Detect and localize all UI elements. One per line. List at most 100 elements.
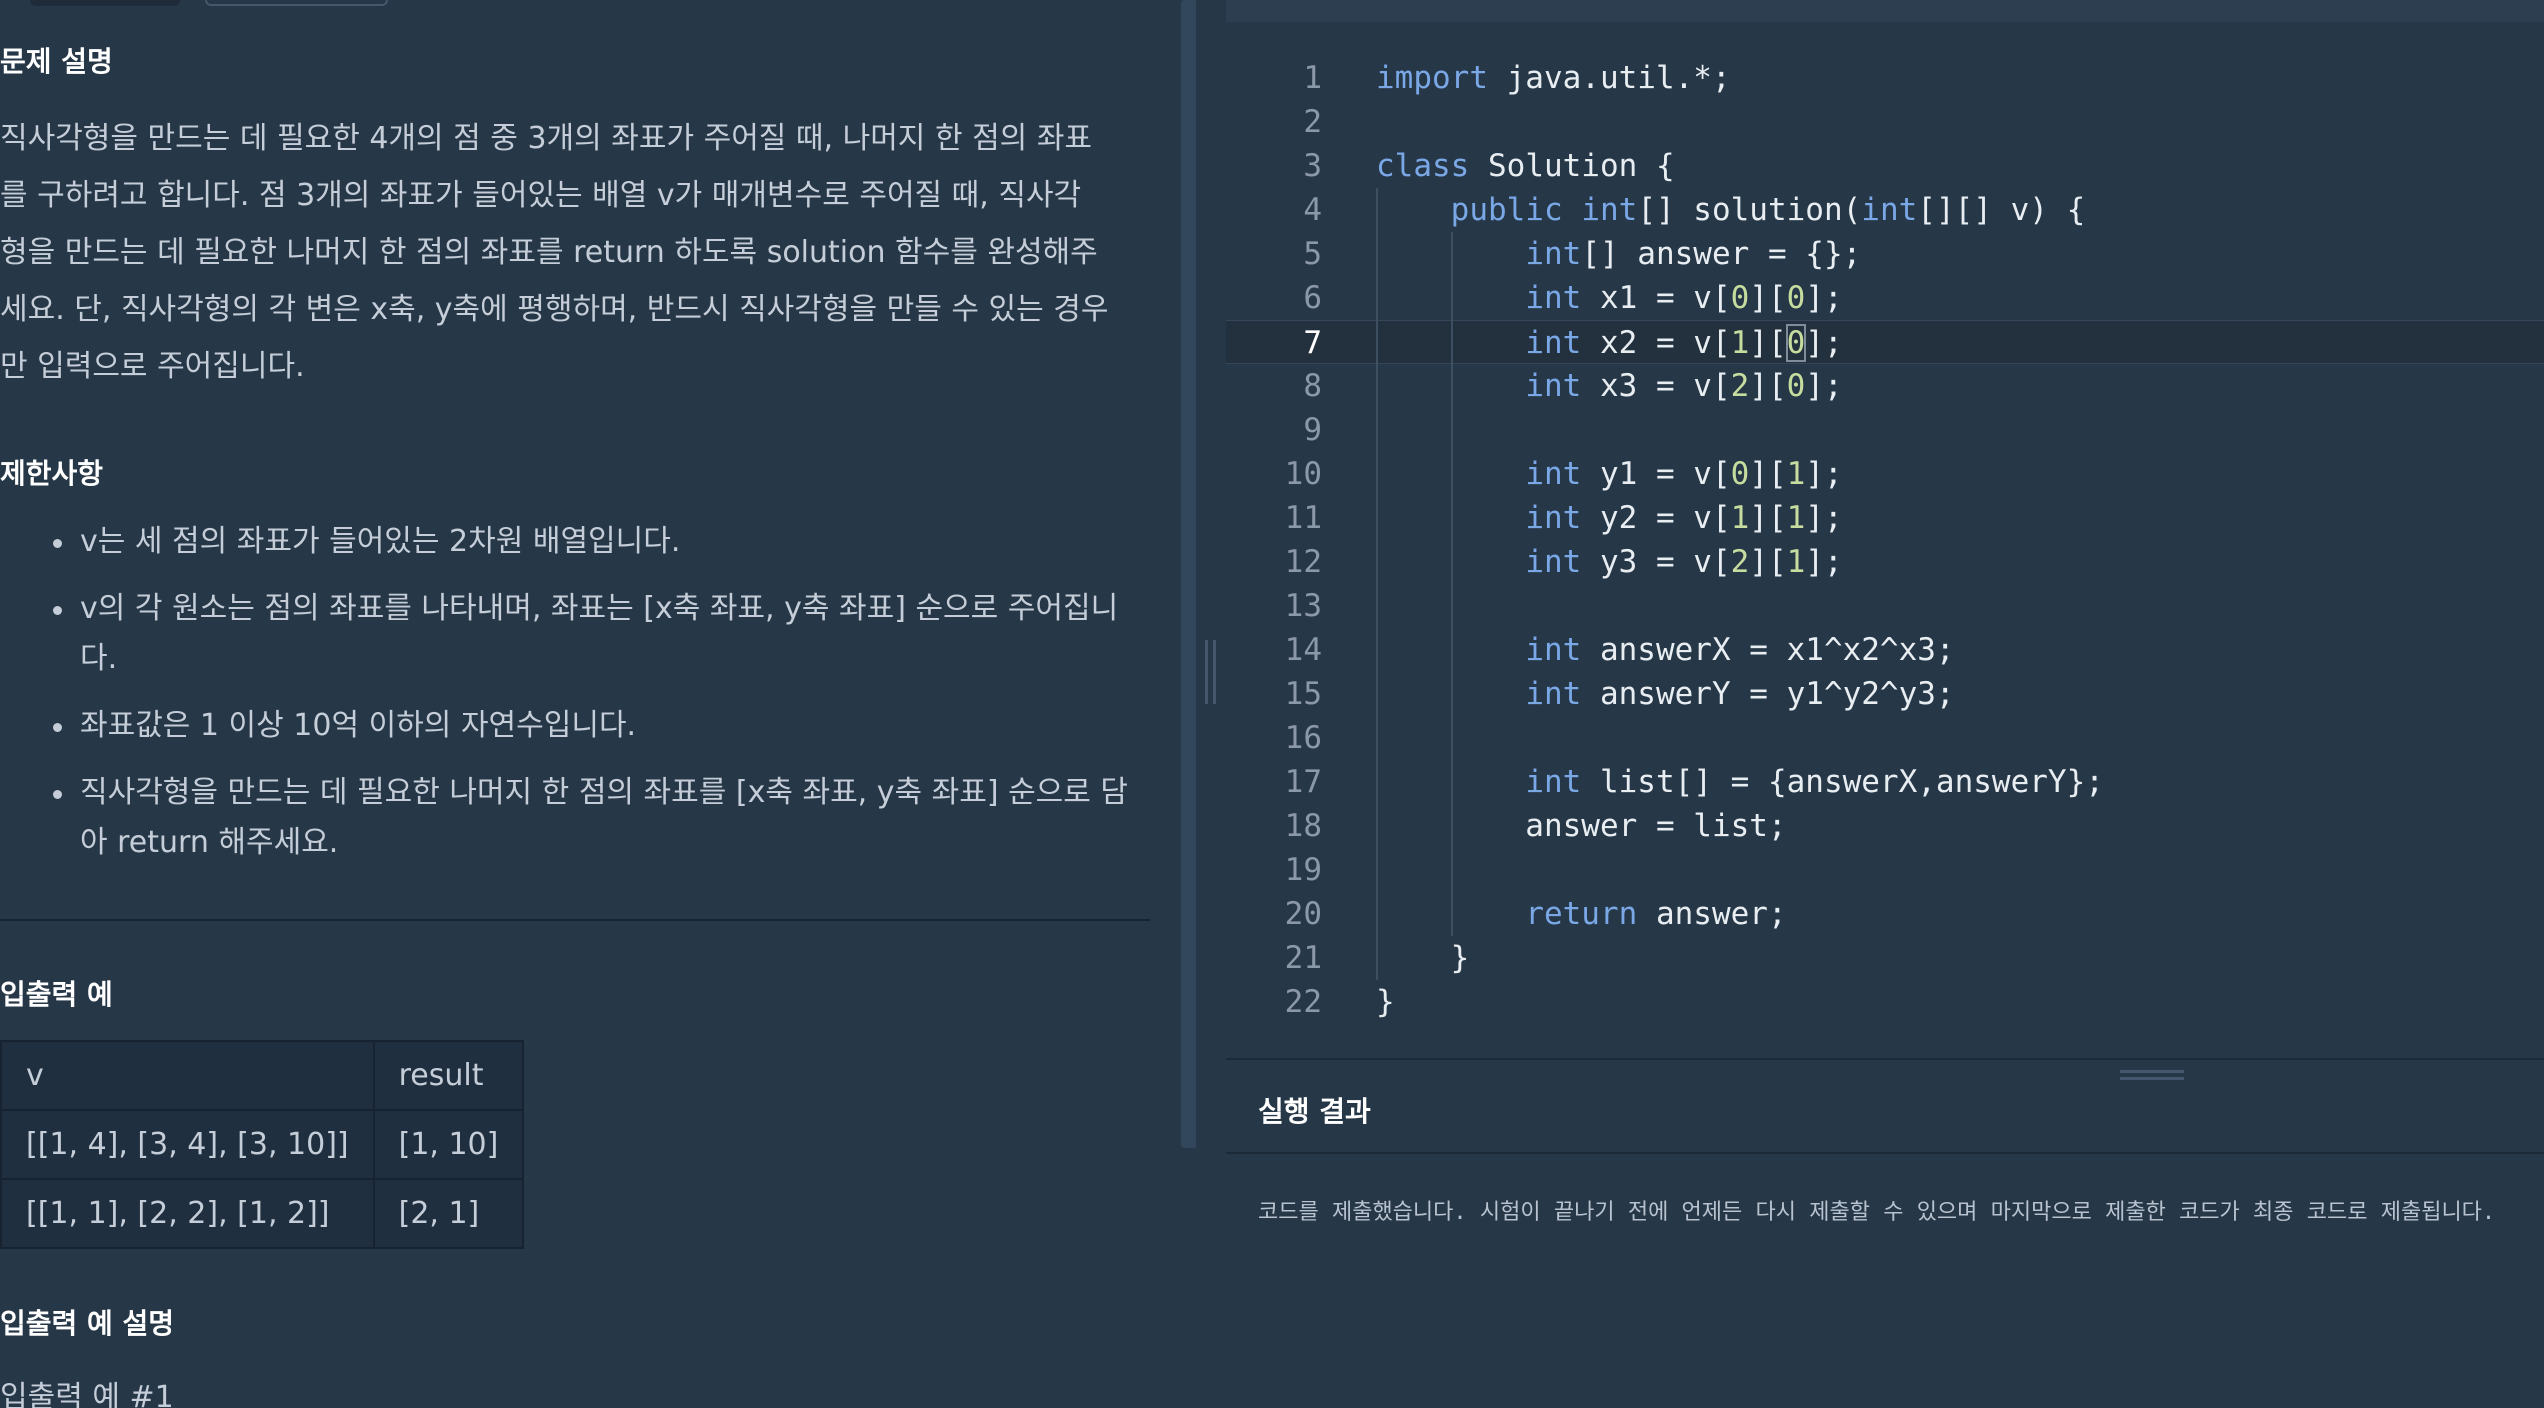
result-title: 실행 결과 <box>1258 1095 1371 1128</box>
line-number: 16 <box>1284 720 1322 756</box>
code-line[interactable]: 4 public int[] solution(int[][] v) { <box>1226 188 2544 232</box>
table-cell: [2, 1] <box>372 1178 525 1249</box>
description-line: 형을 만드는 데 필요한 나머지 한 점의 좌표를 return 하도록 sol… <box>0 235 1098 270</box>
table-header-row: v result <box>0 1040 525 1111</box>
description-line: 세요. 단, 직사각형의 각 변은 x축, y축에 평행하며, 반드시 직사각형… <box>0 292 1109 327</box>
top-tab[interactable] <box>30 0 180 6</box>
code-text[interactable]: int x1 = v[0][0]; <box>1376 276 1842 320</box>
line-number: 9 <box>1303 412 1322 448</box>
line-number: 19 <box>1284 852 1322 888</box>
line-number: 7 <box>1303 325 1322 361</box>
code-editor[interactable]: 1 import java.util.*; 2 3 class Solution {4 … <box>1226 0 2544 1058</box>
code-line[interactable]: 11 int y2 = v[1][1]; <box>1226 496 2544 540</box>
table-cell: [[1, 4], [3, 4], [3, 10]] <box>0 1109 375 1180</box>
result-message: 코드를 제출했습니다. 시험이 끝나기 전에 언제든 다시 제출할 수 있으며 … <box>1258 1200 2496 1225</box>
code-line[interactable]: 1 import java.util.*; <box>1226 56 2544 100</box>
line-number: 2 <box>1303 104 1322 140</box>
code-text[interactable]: import java.util.*; <box>1376 56 1731 100</box>
editor-top-bar <box>1226 0 2544 22</box>
code-text[interactable]: int x2 = v[1][0]; <box>1376 321 1843 365</box>
line-number: 15 <box>1284 676 1322 712</box>
code-text[interactable]: int[] answer = {}; <box>1376 232 1861 276</box>
code-line[interactable]: 3 class Solution { <box>1226 144 2544 188</box>
line-number: 18 <box>1284 808 1322 844</box>
line-number: 21 <box>1284 940 1322 976</box>
code-text[interactable]: int answerX = x1^x2^x3; <box>1376 628 1954 672</box>
code-text[interactable]: } <box>1376 936 1470 980</box>
code-text[interactable]: int x3 = v[2][0]; <box>1376 364 1842 408</box>
code-text[interactable]: } <box>1376 980 1395 1024</box>
description-line: 를 구하려고 합니다. 점 3개의 좌표가 들어있는 배열 v가 매개변수로 주… <box>0 178 1082 213</box>
description-line: 직사각형을 만드는 데 필요한 4개의 점 중 3개의 좌표가 주어질 때, 나… <box>0 121 1093 156</box>
pane-splitter[interactable] <box>1196 0 1226 1408</box>
table-cell: [1, 10] <box>372 1109 525 1180</box>
explanation-title: 입출력 예 설명 <box>0 1307 175 1340</box>
code-line[interactable]: 2 <box>1226 100 2544 144</box>
code-line[interactable]: 21 } <box>1226 936 2544 980</box>
line-number: 10 <box>1284 456 1322 492</box>
code-line[interactable]: 16 <box>1226 716 2544 760</box>
code-line[interactable]: 13 <box>1226 584 2544 628</box>
code-lines[interactable]: 1 import java.util.*; 2 3 class Solution {4 … <box>1226 56 2544 1024</box>
code-line[interactable]: 18 answer = list; <box>1226 804 2544 848</box>
line-number: 6 <box>1303 280 1322 316</box>
line-number: 12 <box>1284 544 1322 580</box>
code-text[interactable]: int answerY = y1^y2^y3; <box>1376 672 1954 716</box>
constraint-item: v는 세 점의 좌표가 들어있는 2차원 배열입니다. <box>48 517 1148 567</box>
indent-guide <box>1376 188 1378 980</box>
table-row: [[1, 1], [2, 2], [1, 2]] [2, 1] <box>0 1178 525 1249</box>
code-line[interactable]: 22} <box>1226 980 2544 1024</box>
code-line[interactable]: 14 int answerX = x1^x2^x3; <box>1226 628 2544 672</box>
line-number: 4 <box>1303 192 1322 228</box>
code-line[interactable]: 12 int y3 = v[2][1]; <box>1226 540 2544 584</box>
constraints-title: 제한사항 <box>0 457 104 490</box>
table-header-result: result <box>372 1040 525 1111</box>
result-pane: 실행 결과 코드를 제출했습니다. 시험이 끝나기 전에 언제든 다시 제출할 … <box>1226 1058 2544 1408</box>
examples-title: 입출력 예 <box>0 978 113 1011</box>
line-number: 11 <box>1284 500 1322 536</box>
problem-description: 직사각형을 만드는 데 필요한 4개의 점 중 3개의 좌표가 주어질 때, 나… <box>0 110 1150 395</box>
drag-handle-icon[interactable] <box>2120 1070 2184 1080</box>
table-cell: [[1, 1], [2, 2], [1, 2]] <box>0 1178 375 1249</box>
code-line[interactable]: 9 <box>1226 408 2544 452</box>
indent-guide <box>1450 232 1453 936</box>
section-divider <box>0 919 1150 921</box>
constraint-item: 직사각형을 만드는 데 필요한 나머지 한 점의 좌표를 [x축 좌표, y축 … <box>48 768 1148 868</box>
result-divider <box>1226 1152 2544 1154</box>
line-number: 8 <box>1303 368 1322 404</box>
code-line[interactable]: 15 int answerY = y1^y2^y3; <box>1226 672 2544 716</box>
text-cursor: 0 <box>1785 324 1807 362</box>
constraints-list: v는 세 점의 좌표가 들어있는 2차원 배열입니다. v의 각 원소는 점의 … <box>48 517 1148 885</box>
code-text[interactable]: int list[] = {answerX,answerY}; <box>1376 760 2104 804</box>
top-tab[interactable] <box>205 0 388 6</box>
problem-scrollbar[interactable] <box>1181 0 1196 1148</box>
table-header-v: v <box>0 1040 375 1111</box>
code-text[interactable]: class Solution { <box>1376 144 1675 188</box>
line-number: 17 <box>1284 764 1322 800</box>
line-number: 5 <box>1303 236 1322 272</box>
constraint-item: v의 각 원소는 점의 좌표를 나타내며, 좌표는 [x축 좌표, y축 좌표]… <box>48 584 1148 684</box>
code-text[interactable]: int y3 = v[2][1]; <box>1376 540 1842 584</box>
drag-handle-icon[interactable] <box>1205 640 1216 704</box>
code-line[interactable]: 5 int[] answer = {}; <box>1226 232 2544 276</box>
line-number: 13 <box>1284 588 1322 624</box>
code-text[interactable]: int y1 = v[0][1]; <box>1376 452 1842 496</box>
code-line[interactable]: 17 int list[] = {answerX,answerY}; <box>1226 760 2544 804</box>
code-line[interactable]: 20 return answer; <box>1226 892 2544 936</box>
description-title: 문제 설명 <box>0 45 113 78</box>
code-line[interactable]: 6 int x1 = v[0][0]; <box>1226 276 2544 320</box>
line-number: 22 <box>1284 984 1322 1020</box>
line-number: 1 <box>1303 60 1322 96</box>
code-text[interactable]: int y2 = v[1][1]; <box>1376 496 1842 540</box>
code-line[interactable]: 7 int x2 = v[1][0]; <box>1226 320 2544 364</box>
code-line[interactable]: 19 <box>1226 848 2544 892</box>
code-text[interactable]: return answer; <box>1376 892 1786 936</box>
code-text[interactable]: public int[] solution(int[][] v) { <box>1376 188 2086 232</box>
line-number: 3 <box>1303 148 1322 184</box>
code-line[interactable]: 10 int y1 = v[0][1]; <box>1226 452 2544 496</box>
description-line: 만 입력으로 주어집니다. <box>0 349 305 384</box>
code-line[interactable]: 8 int x3 = v[2][0]; <box>1226 364 2544 408</box>
code-text[interactable]: answer = list; <box>1376 804 1786 848</box>
problem-pane: 문제 설명 직사각형을 만드는 데 필요한 4개의 점 중 3개의 좌표가 주어… <box>0 0 1196 1408</box>
line-number: 14 <box>1284 632 1322 668</box>
